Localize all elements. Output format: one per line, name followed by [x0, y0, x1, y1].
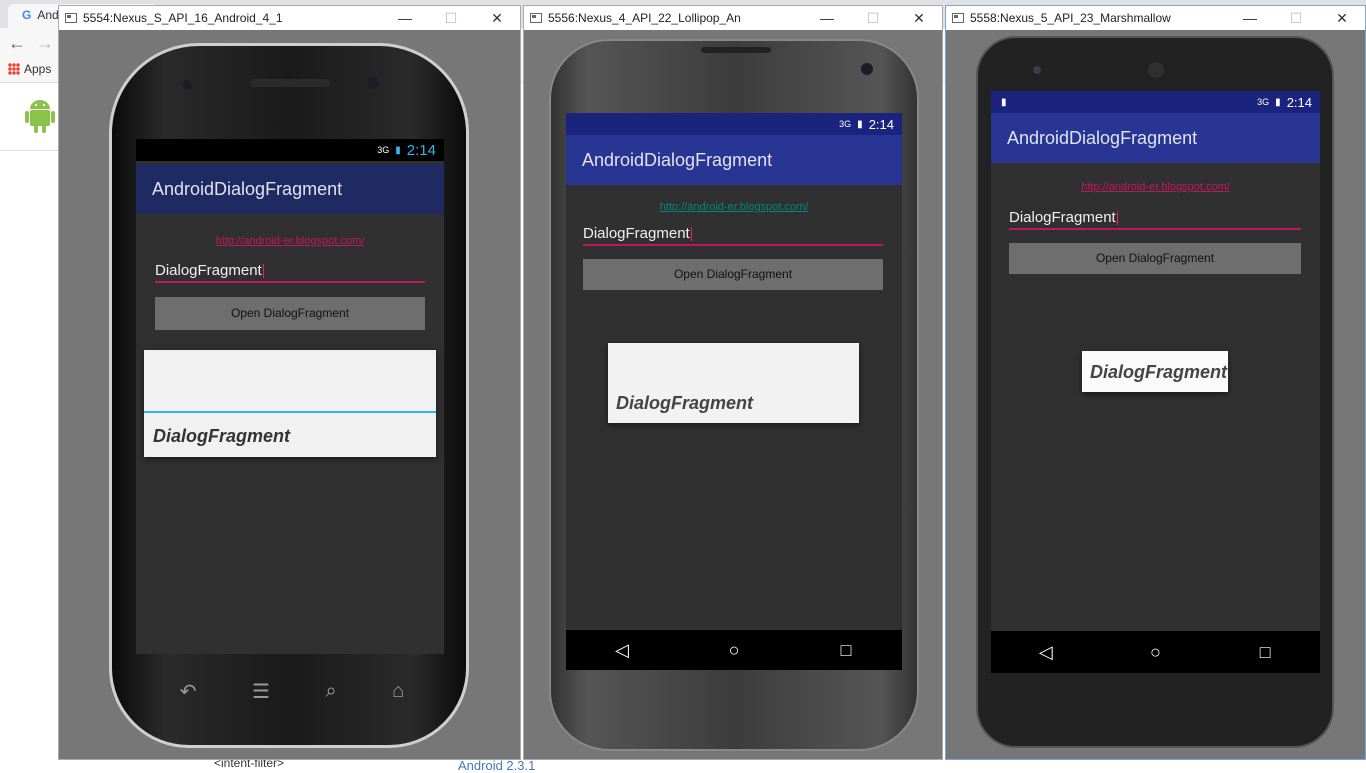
window-app-icon: [952, 13, 964, 23]
emulator-window-nexus-4[interactable]: 5556:Nexus_4_API_22_Lollipop_An — ☐ ✕ 3G…: [523, 5, 943, 760]
apps-label: Apps: [24, 62, 52, 76]
browser-tab-label: And: [37, 8, 59, 22]
camera-icon: [861, 63, 873, 75]
dialog-message: DialogFragment: [1090, 362, 1228, 382]
window-titlebar[interactable]: 5558:Nexus_5_API_23_Marshmallow — ☐ ✕: [946, 6, 1365, 30]
dialog-text-input[interactable]: DialogFragment: [155, 262, 425, 283]
device-frame: 3G ▮ 2:14 AndroidDialogFragment http://a…: [109, 43, 469, 748]
dialog-text-input[interactable]: DialogFragment: [1009, 209, 1301, 230]
action-bar: AndroidDialogFragment: [991, 113, 1320, 163]
nav-recents-icon[interactable]: □: [1245, 642, 1285, 663]
blog-link[interactable]: http://android-er.blogspot.com/: [991, 181, 1320, 193]
device-frame: ▮ 3G ▮ 2:14 AndroidDialogFragment http:/…: [976, 36, 1334, 748]
nav-home-icon[interactable]: ○: [1135, 642, 1175, 663]
nav-home-icon[interactable]: ○: [714, 640, 754, 661]
nav-recents-icon[interactable]: □: [826, 640, 866, 661]
signal-icon: 3G: [377, 145, 390, 155]
maximize-button[interactable]: ☐: [428, 10, 474, 27]
status-time: 2:14: [868, 116, 894, 132]
camera-icon: [1033, 66, 1041, 74]
apps-grid-icon: [8, 63, 20, 75]
text-cursor: [262, 264, 264, 279]
window-title: 5554:Nexus_S_API_16_Android_4_1: [83, 11, 283, 25]
back-key-icon[interactable]: ↶: [180, 679, 197, 704]
navigation-bar: ◁ ○ □: [566, 630, 902, 670]
nav-back-icon[interactable]: ◁: [1026, 642, 1066, 663]
device-screen[interactable]: 3G ▮ 2:14 AndroidDialogFragment http://a…: [566, 113, 902, 670]
battery-icon: ▮: [1275, 96, 1281, 108]
action-bar: AndroidDialogFragment: [566, 135, 902, 185]
google-icon: G: [22, 8, 32, 22]
dialog-message: DialogFragment: [616, 393, 754, 413]
action-bar: AndroidDialogFragment: [136, 164, 444, 214]
minimize-button[interactable]: —: [382, 10, 428, 26]
close-button[interactable]: ✕: [1319, 10, 1365, 27]
footer-link[interactable]: Android 2.3.1: [458, 758, 535, 773]
dialog-text-input[interactable]: DialogFragment: [583, 225, 883, 246]
camera-icon: [182, 80, 192, 90]
minimize-button[interactable]: —: [804, 10, 850, 26]
signal-icon: 3G: [1257, 97, 1270, 107]
minimize-button[interactable]: —: [1227, 10, 1273, 26]
maximize-button[interactable]: ☐: [850, 10, 896, 27]
divider: [0, 150, 60, 151]
emulator-window-nexus-s[interactable]: 5554:Nexus_S_API_16_Android_4_1 — ☐ ✕ 3G…: [58, 5, 521, 760]
emulator-window-nexus-5[interactable]: 5558:Nexus_5_API_23_Marshmallow — ☐ ✕ ▮ …: [945, 5, 1366, 760]
window-app-icon: [65, 13, 77, 23]
apps-shortcut[interactable]: Apps: [8, 62, 51, 76]
android-logo-icon: [25, 100, 55, 133]
input-value: DialogFragment: [1009, 209, 1116, 226]
blog-link[interactable]: http://android-er.blogspot.com/: [566, 201, 902, 213]
status-time: 2:14: [1286, 94, 1312, 110]
window-title: 5556:Nexus_4_API_22_Lollipop_An: [548, 11, 741, 25]
app-title: AndroidDialogFragment: [1007, 127, 1198, 148]
window-app-icon: [530, 13, 542, 23]
window-titlebar[interactable]: 5556:Nexus_4_API_22_Lollipop_An — ☐ ✕: [524, 6, 942, 30]
status-bar: 3G ▮ 2:14: [566, 113, 902, 135]
home-key-icon[interactable]: ⌂: [392, 680, 404, 703]
speaker-icon: [1148, 62, 1164, 78]
dialog-fragment: DialogFragment: [608, 343, 859, 423]
speaker-grille: [701, 47, 771, 53]
open-dialog-button[interactable]: Open DialogFragment: [1009, 243, 1301, 274]
window-titlebar[interactable]: 5554:Nexus_S_API_16_Android_4_1 — ☐ ✕: [59, 6, 520, 30]
device-frame: 3G ▮ 2:14 AndroidDialogFragment http://a…: [549, 39, 919, 751]
window-title: 5558:Nexus_5_API_23_Marshmallow: [970, 11, 1171, 25]
dialog-message: DialogFragment: [153, 426, 291, 446]
back-arrow-icon[interactable]: ←: [8, 33, 26, 54]
input-value: DialogFragment: [155, 262, 262, 279]
status-bar: ▮ 3G ▮ 2:14: [991, 91, 1320, 113]
hardware-keys: ↶ ☰ ⌕ ⌂: [152, 676, 432, 706]
device-screen[interactable]: 3G ▮ 2:14 AndroidDialogFragment http://a…: [136, 139, 444, 654]
forward-arrow-icon[interactable]: →: [36, 33, 54, 54]
sensor-icon: [367, 77, 379, 89]
close-button[interactable]: ✕: [474, 10, 520, 27]
status-time: 2:14: [406, 141, 436, 159]
blog-link[interactable]: http://android-er.blogspot.com/: [136, 235, 444, 247]
navigation-bar: ◁ ○ □: [991, 631, 1320, 673]
menu-key-icon[interactable]: ☰: [252, 679, 270, 704]
sd-card-icon: ▮: [1001, 96, 1007, 108]
input-value: DialogFragment: [583, 225, 690, 242]
nav-back-icon[interactable]: ◁: [602, 640, 642, 661]
open-dialog-button[interactable]: Open DialogFragment: [583, 259, 883, 290]
maximize-button[interactable]: ☐: [1273, 10, 1319, 27]
dialog-fragment: DialogFragment: [1082, 351, 1228, 392]
text-cursor: [690, 227, 692, 242]
open-dialog-button[interactable]: Open DialogFragment: [155, 297, 425, 330]
battery-icon: ▮: [395, 144, 401, 156]
status-bar: 3G ▮ 2:14: [136, 139, 444, 161]
device-screen[interactable]: ▮ 3G ▮ 2:14 AndroidDialogFragment http:/…: [991, 91, 1320, 673]
app-title: AndroidDialogFragment: [152, 178, 343, 199]
signal-icon: 3G: [839, 119, 852, 129]
text-cursor: [1116, 211, 1118, 226]
speaker-grille: [250, 79, 330, 87]
dialog-fragment: DialogFragment: [144, 350, 436, 457]
dialog-title-divider: [144, 411, 436, 413]
battery-icon: ▮: [857, 118, 863, 130]
close-button[interactable]: ✕: [896, 10, 942, 27]
app-title: AndroidDialogFragment: [582, 149, 773, 170]
search-key-icon[interactable]: ⌕: [325, 680, 336, 703]
